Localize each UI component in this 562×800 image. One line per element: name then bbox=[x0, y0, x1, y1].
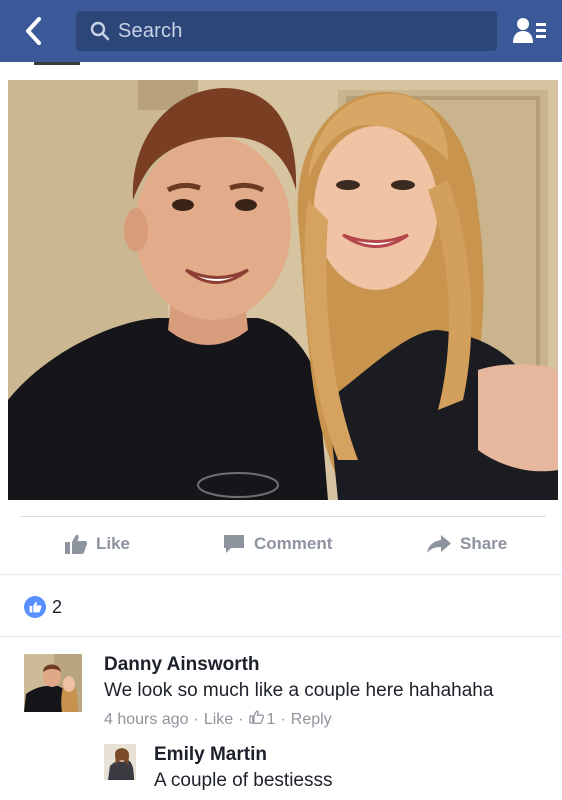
share-label: Share bbox=[460, 534, 508, 553]
search-placeholder: Search bbox=[118, 19, 183, 42]
search-input[interactable]: Search bbox=[76, 11, 497, 51]
post-header-strip bbox=[0, 62, 562, 80]
comment-meta: 4 hours ago · Like · 1 · Reply bbox=[104, 710, 332, 729]
thumbs-up-icon bbox=[65, 534, 88, 554]
share-arrow-icon bbox=[427, 535, 451, 553]
avatar[interactable] bbox=[104, 744, 136, 780]
friend-requests-button[interactable] bbox=[510, 14, 550, 48]
comment-like-button[interactable]: Like bbox=[204, 711, 233, 729]
comment-like-count: 1 bbox=[266, 710, 276, 728]
reply-author[interactable]: Emily Martin bbox=[154, 744, 267, 766]
meta-separator: · bbox=[193, 710, 199, 728]
comment-label: Comment bbox=[254, 534, 333, 553]
like-button[interactable]: Like bbox=[64, 516, 130, 572]
meta-separator: · bbox=[238, 710, 244, 728]
comment-icon bbox=[224, 535, 244, 553]
post-photo[interactable] bbox=[8, 80, 558, 500]
search-icon bbox=[90, 21, 110, 41]
reply-text: A couple of bestiesss bbox=[154, 770, 333, 791]
comment-author[interactable]: Danny Ainsworth bbox=[104, 654, 260, 676]
top-nav-bar: Search bbox=[0, 0, 562, 62]
section-divider bbox=[0, 574, 562, 575]
comment-timestamp: 4 hours ago bbox=[104, 710, 189, 728]
comment-like-count-icon bbox=[248, 710, 264, 729]
comment-text: We look so much like a couple here hahah… bbox=[104, 680, 494, 701]
like-reaction-icon bbox=[24, 596, 46, 618]
avatar[interactable] bbox=[24, 654, 82, 712]
comment-button[interactable]: Comment bbox=[222, 516, 332, 572]
strip-mark bbox=[34, 62, 80, 65]
friend-requests-icon bbox=[513, 18, 546, 43]
chevron-left-icon bbox=[26, 17, 41, 45]
post-action-bar: Like Comment Share bbox=[0, 516, 562, 572]
share-button[interactable]: Share bbox=[426, 516, 507, 572]
back-button[interactable] bbox=[18, 14, 48, 48]
comments-divider bbox=[0, 636, 562, 637]
comment-reply-button[interactable]: Reply bbox=[291, 711, 332, 729]
reaction-summary[interactable]: 2 bbox=[24, 594, 62, 620]
like-label: Like bbox=[96, 534, 131, 553]
reaction-count: 2 bbox=[52, 596, 63, 617]
meta-separator: · bbox=[280, 710, 286, 728]
